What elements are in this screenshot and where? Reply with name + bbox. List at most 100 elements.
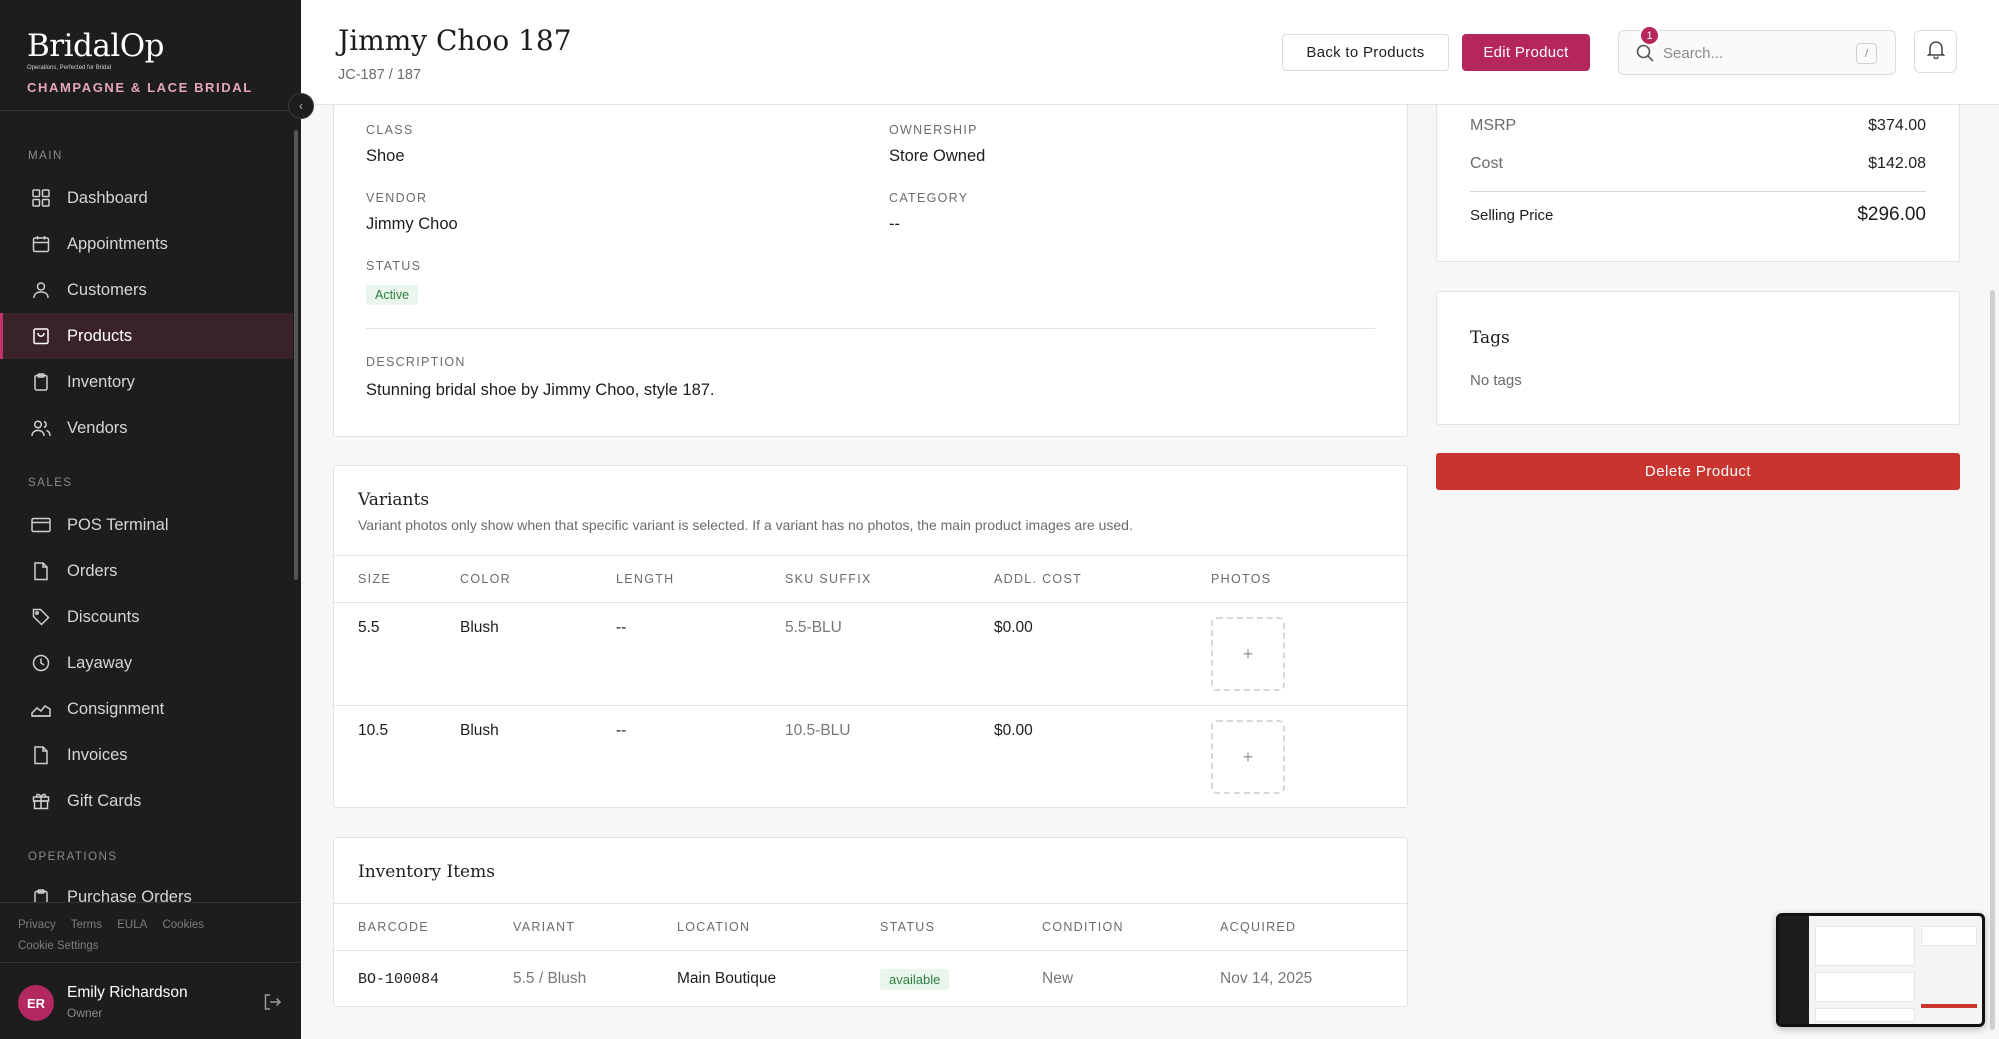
- logout-icon[interactable]: [262, 992, 282, 1012]
- preview-delete-bar: [1921, 1004, 1977, 1008]
- variant-length: --: [616, 722, 627, 739]
- screen-preview-thumbnail[interactable]: [1776, 913, 1985, 1027]
- page-title: Jimmy Choo 187: [338, 24, 572, 57]
- inventory-acquired: Nov 14, 2025: [1220, 970, 1313, 988]
- msrp-row: MSRP $374.00: [1470, 117, 1926, 135]
- status-label: STATUS: [366, 259, 422, 273]
- clipboard-icon: [31, 888, 51, 902]
- sidebar-item-appointments[interactable]: Appointments: [0, 221, 293, 267]
- column-header-color: COLOR: [460, 572, 511, 586]
- vendor-label: VENDOR: [366, 191, 428, 205]
- delete-product-button[interactable]: Delete Product: [1436, 453, 1960, 490]
- selling-price-label: Selling Price: [1470, 206, 1554, 224]
- sidebar-divider: [0, 110, 301, 111]
- sidebar-item-customers[interactable]: Customers: [0, 267, 293, 313]
- section-label-sales: SALES: [28, 477, 73, 489]
- collapse-sidebar-button[interactable]: ‹: [288, 93, 314, 119]
- main-scrollbar[interactable]: [1990, 290, 1995, 1030]
- ownership-value: Store Owned: [889, 147, 986, 165]
- variant-sku-suffix: 5.5-BLU: [785, 619, 842, 636]
- sidebar-item-vendors[interactable]: Vendors: [0, 405, 293, 451]
- variants-table: SIZE COLOR LENGTH SKU SUFFIX ADDL. COST …: [334, 555, 1407, 809]
- preview-card: [1815, 1008, 1915, 1022]
- preview-sidebar: [1779, 916, 1809, 1024]
- cookies-link[interactable]: Cookies: [162, 919, 204, 931]
- inventory-items-card: Inventory Items BARCODE VARIANT LOCATION…: [333, 837, 1408, 1007]
- variants-title: Variants: [358, 490, 430, 510]
- sidebar-item-inventory[interactable]: Inventory: [0, 359, 293, 405]
- sidebar-item-label: Orders: [67, 561, 118, 580]
- variant-addl-cost: $0.00: [994, 619, 1033, 636]
- ownership-label: OWNERSHIP: [889, 123, 978, 137]
- sidebar-item-invoices[interactable]: Invoices: [0, 732, 293, 778]
- section-label-operations: OPERATIONS: [28, 851, 118, 863]
- product-sku: JC-187 / 187: [338, 67, 422, 83]
- variant-color: Blush: [460, 619, 499, 636]
- bell-icon: [1926, 39, 1946, 64]
- column-header-acquired: ACQUIRED: [1220, 920, 1297, 934]
- eula-link[interactable]: EULA: [117, 919, 147, 931]
- sidebar-item-pos-terminal[interactable]: POS Terminal: [0, 502, 293, 548]
- sidebar-item-discounts[interactable]: Discounts: [0, 594, 293, 640]
- variant-sku-suffix: 10.5-BLU: [785, 722, 851, 739]
- preview-card: [1815, 926, 1915, 966]
- user-profile[interactable]: ER Emily Richardson Owner: [0, 962, 301, 1039]
- product-details-card: CLASS Shoe OWNERSHIP Store Owned VENDOR …: [333, 80, 1408, 437]
- sidebar-scrollbar[interactable]: [294, 130, 298, 580]
- column-header-location: LOCATION: [677, 920, 751, 934]
- privacy-link[interactable]: Privacy: [18, 919, 56, 931]
- terms-link[interactable]: Terms: [71, 919, 102, 931]
- table-row[interactable]: 10.5 Blush -- 10.5-BLU $0.00 +: [334, 706, 1407, 809]
- column-header-variant: VARIANT: [513, 920, 576, 934]
- variants-description: Variant photos only show when that speci…: [358, 517, 1133, 533]
- sidebar-item-consignment[interactable]: Consignment: [0, 686, 293, 732]
- table-header-row: BARCODE VARIANT LOCATION STATUS CONDITIO…: [334, 903, 1407, 951]
- cookie-settings-link[interactable]: Cookie Settings: [18, 940, 99, 952]
- sidebar-item-gift-cards[interactable]: Gift Cards: [0, 778, 293, 824]
- notification-count-badge: 1: [1639, 25, 1660, 46]
- inventory-table: BARCODE VARIANT LOCATION STATUS CONDITIO…: [334, 903, 1407, 1008]
- category-value: --: [889, 215, 900, 233]
- variant-color: Blush: [460, 722, 499, 739]
- tags-empty-text: No tags: [1470, 372, 1522, 389]
- plus-icon: +: [1242, 746, 1254, 767]
- edit-product-button[interactable]: Edit Product: [1462, 34, 1590, 71]
- add-photo-button[interactable]: +: [1211, 720, 1285, 794]
- variant-length: --: [616, 619, 627, 636]
- sidebar-item-purchase-orders[interactable]: Purchase Orders: [0, 876, 293, 902]
- users-icon: [31, 418, 51, 438]
- inventory-barcode: BO-100084: [358, 970, 440, 988]
- back-to-products-button[interactable]: Back to Products: [1282, 34, 1449, 71]
- search-input[interactable]: [1663, 41, 1843, 65]
- notifications-button[interactable]: [1914, 30, 1957, 73]
- variant-photos-cell: +: [1211, 706, 1407, 809]
- inventory-condition: New: [1042, 970, 1074, 988]
- add-photo-button[interactable]: +: [1211, 617, 1285, 691]
- brand-logo[interactable]: BridalOp: [27, 28, 253, 64]
- sidebar-item-label: Dashboard: [67, 188, 148, 207]
- sidebar-item-products[interactable]: Products: [0, 313, 293, 359]
- variant-size: 10.5: [358, 722, 389, 739]
- grid-icon: [31, 188, 51, 208]
- preview-card: [1815, 972, 1915, 1002]
- table-row[interactable]: BO-100084 5.5 / Blush Main Boutique avai…: [334, 951, 1407, 1008]
- preview-main: [1809, 916, 1982, 1024]
- table-row[interactable]: 5.5 Blush -- 5.5-BLU $0.00 +: [334, 603, 1407, 706]
- column-header-photos: PHOTOS: [1211, 572, 1272, 586]
- clock-icon: [31, 653, 51, 673]
- page-header: Jimmy Choo 187 JC-187 / 187 Back to Prod…: [301, 0, 1999, 105]
- sidebar-item-label: Layaway: [67, 653, 133, 672]
- column-header-condition: CONDITION: [1042, 920, 1124, 934]
- user-icon: [31, 280, 51, 300]
- selling-price-value: $296.00: [1857, 204, 1926, 225]
- tags-card: Tags No tags: [1436, 291, 1960, 425]
- sidebar-item-orders[interactable]: Orders: [0, 548, 293, 594]
- sidebar-item-layaway[interactable]: Layaway: [0, 640, 293, 686]
- gift-icon: [31, 791, 51, 811]
- bag-icon: [31, 326, 51, 346]
- description-label: DESCRIPTION: [366, 355, 466, 369]
- inventory-status-cell: available: [880, 951, 1042, 1008]
- user-role: Owner: [67, 1006, 103, 1020]
- sidebar-item-dashboard[interactable]: Dashboard: [0, 175, 293, 221]
- brand-tagline: Operations, Perfected for Bridal: [27, 65, 112, 71]
